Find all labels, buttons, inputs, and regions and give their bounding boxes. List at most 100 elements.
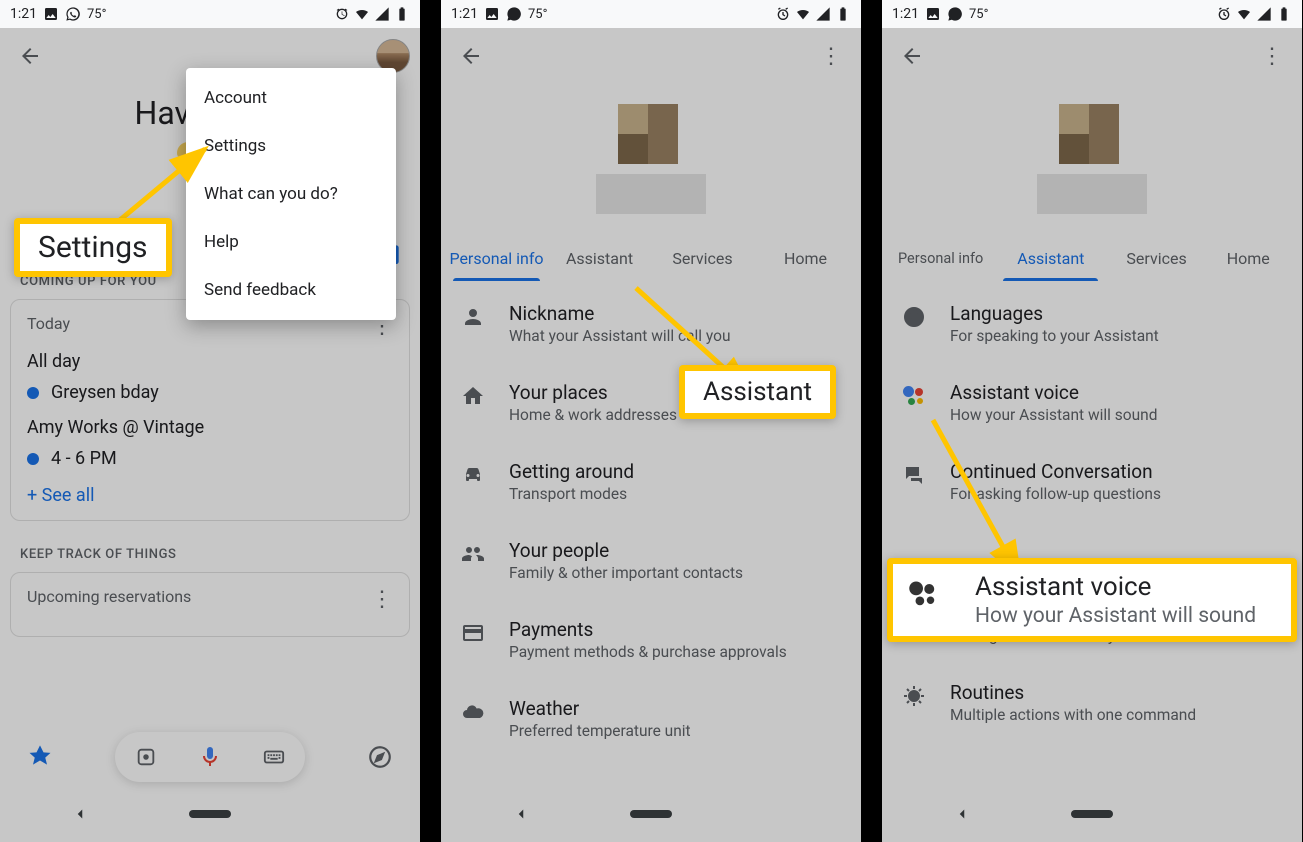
item-title: Weather bbox=[509, 697, 691, 720]
nav-home-pill[interactable] bbox=[630, 810, 672, 818]
tab-home[interactable]: Home bbox=[1207, 237, 1290, 280]
item-weather[interactable]: Weather Preferred temperature unit bbox=[441, 679, 861, 758]
back-button[interactable] bbox=[451, 36, 491, 76]
wifi-icon bbox=[795, 6, 811, 22]
app-header: ⋮ bbox=[441, 28, 861, 84]
item-payments[interactable]: Payments Payment methods & purchase appro… bbox=[441, 600, 861, 679]
nav-back-icon[interactable] bbox=[953, 805, 971, 823]
nav-home-pill[interactable] bbox=[1071, 810, 1113, 818]
whatsapp-icon bbox=[947, 6, 963, 22]
callout-voice-sub: How your Assistant will sound bbox=[935, 602, 1291, 632]
item-title: Getting around bbox=[509, 460, 634, 483]
tabs: Personal info Assistant Services Home bbox=[441, 234, 861, 284]
whatsapp-icon bbox=[506, 6, 522, 22]
tab-personal-info[interactable]: Personal info bbox=[445, 237, 548, 280]
status-bar: 1:21 75° bbox=[0, 0, 420, 28]
alarm-icon bbox=[1216, 6, 1232, 22]
profile-hero bbox=[441, 84, 861, 234]
see-all-link[interactable]: + See all bbox=[27, 485, 393, 506]
event-title: Amy Works @ Vintage bbox=[27, 417, 393, 438]
nav-back-icon[interactable] bbox=[71, 805, 89, 823]
lens-icon[interactable] bbox=[135, 746, 157, 768]
item-routines[interactable]: RoutinesMultiple actions with one comman… bbox=[882, 663, 1302, 742]
annotation-arrow bbox=[927, 412, 1047, 582]
event-row[interactable]: 4 - 6 PM bbox=[27, 448, 393, 469]
item-sub: Transport modes bbox=[509, 485, 634, 503]
people-icon bbox=[459, 539, 487, 566]
item-sub: Payment methods & purchase approvals bbox=[509, 643, 787, 661]
tab-services[interactable]: Services bbox=[1106, 237, 1206, 280]
status-temp: 75° bbox=[969, 7, 988, 22]
item-languages[interactable]: LanguagesFor speaking to your Assistant bbox=[882, 284, 1302, 363]
cell-icon bbox=[1256, 6, 1272, 22]
assistant-pill[interactable] bbox=[115, 732, 305, 782]
item-getting-around[interactable]: Getting around Transport modes bbox=[441, 442, 861, 521]
status-time: 1:21 bbox=[451, 6, 478, 22]
photo-icon bbox=[484, 6, 500, 22]
back-button[interactable] bbox=[892, 36, 932, 76]
event-dot-icon bbox=[27, 387, 39, 399]
item-title: Assistant voice bbox=[950, 381, 1157, 404]
nav-back-icon[interactable] bbox=[512, 805, 530, 823]
event-row[interactable]: Greysen bday bbox=[27, 382, 393, 403]
cell-icon bbox=[374, 6, 390, 22]
overflow-button[interactable]: ⋮ bbox=[1252, 36, 1292, 76]
assistant-bar bbox=[0, 722, 420, 792]
nav-bar bbox=[441, 796, 861, 832]
updates-icon[interactable] bbox=[20, 737, 60, 777]
item-sub: For speaking to your Assistant bbox=[950, 327, 1159, 345]
battery-icon bbox=[1276, 6, 1292, 22]
callout-voice-title: Assistant voice bbox=[935, 572, 1291, 602]
item-people[interactable]: Your peopleFamily & other important cont… bbox=[441, 521, 861, 600]
upcoming-card[interactable]: ⋮ Upcoming reservations bbox=[10, 572, 410, 637]
event-title: Greysen bday bbox=[51, 382, 159, 403]
item-sub: Multiple actions with one command bbox=[950, 706, 1196, 724]
status-bar: 1:21 75° bbox=[441, 0, 861, 28]
nav-bar bbox=[882, 796, 1302, 832]
chat-icon bbox=[900, 460, 928, 487]
cell-icon bbox=[815, 6, 831, 22]
card-icon bbox=[459, 618, 487, 645]
callout-assistant-voice: Assistant voice How your Assistant will … bbox=[887, 558, 1297, 642]
pixelated-avatar bbox=[1037, 104, 1147, 214]
battery-icon bbox=[394, 6, 410, 22]
keyboard-icon[interactable] bbox=[263, 746, 285, 768]
explore-icon[interactable] bbox=[360, 737, 400, 777]
status-temp: 75° bbox=[87, 7, 106, 22]
menu-feedback[interactable]: Send feedback bbox=[186, 266, 396, 314]
globe-icon bbox=[900, 302, 928, 329]
overflow-button[interactable]: ⋮ bbox=[811, 36, 851, 76]
tab-personal-info[interactable]: Personal info bbox=[886, 238, 995, 279]
card-overflow-icon[interactable]: ⋮ bbox=[371, 587, 393, 612]
today-card[interactable]: ⋮ Today All day Greysen bday Amy Works @… bbox=[10, 299, 410, 521]
status-time: 1:21 bbox=[10, 6, 37, 22]
wifi-icon bbox=[354, 6, 370, 22]
assistant-dots-icon bbox=[900, 381, 928, 408]
tab-services[interactable]: Services bbox=[651, 237, 754, 280]
tab-assistant[interactable]: Assistant bbox=[548, 237, 651, 280]
battery-icon bbox=[835, 6, 851, 22]
photo-icon bbox=[925, 6, 941, 22]
callout-settings: Settings bbox=[14, 218, 172, 277]
item-sub: Preferred temperature unit bbox=[509, 722, 691, 740]
cloud-icon bbox=[459, 697, 487, 724]
alarm-icon bbox=[334, 6, 350, 22]
back-button[interactable] bbox=[10, 36, 50, 76]
car-icon bbox=[459, 460, 487, 487]
nav-home-pill[interactable] bbox=[189, 810, 231, 818]
alarm-icon bbox=[775, 6, 791, 22]
tab-home[interactable]: Home bbox=[754, 237, 857, 280]
routines-icon bbox=[900, 681, 928, 708]
menu-account[interactable]: Account bbox=[186, 74, 396, 122]
tab-assistant[interactable]: Assistant bbox=[995, 237, 1106, 280]
all-day-label: All day bbox=[27, 351, 393, 372]
mic-icon[interactable] bbox=[198, 745, 222, 769]
item-title: Your people bbox=[509, 539, 743, 562]
phone-screen-2: 1:21 75° ⋮ Personal info Assistant Servi bbox=[441, 0, 861, 842]
item-sub: Home & work addresses bbox=[509, 406, 677, 424]
item-title: Payments bbox=[509, 618, 787, 641]
event-dot-icon bbox=[27, 453, 39, 465]
event-time: 4 - 6 PM bbox=[51, 448, 117, 469]
wifi-icon bbox=[1236, 6, 1252, 22]
status-time: 1:21 bbox=[892, 6, 919, 22]
